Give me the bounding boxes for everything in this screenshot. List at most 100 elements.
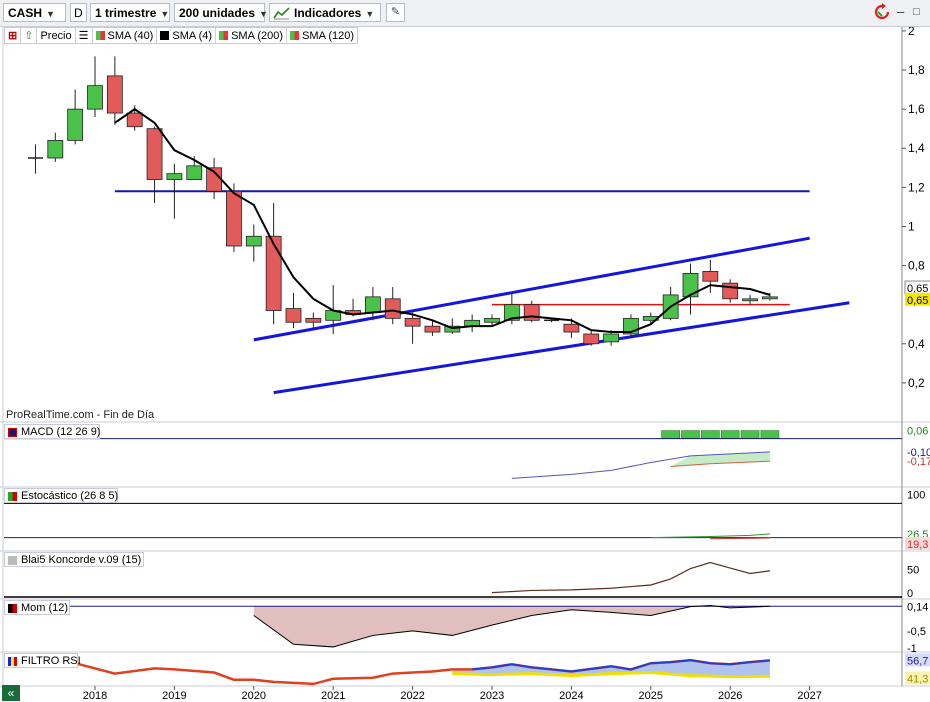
x-tick-label: 2018	[83, 690, 107, 702]
candle-body	[87, 85, 103, 110]
koncorde-icon	[8, 556, 17, 565]
koncorde-panel-label[interactable]: Blai5 Koncorde v.09 (15)	[4, 552, 144, 567]
candle-body	[364, 296, 381, 313]
stoch-icon	[8, 492, 17, 501]
sma4-line	[114, 107, 771, 334]
series-swatch	[160, 31, 170, 40]
series-swatch	[290, 31, 300, 40]
legend-item-sma4[interactable]: SMA (4)	[157, 28, 217, 43]
stoch-panel-label[interactable]: Estocástico (26 8 5)	[4, 488, 118, 503]
indicators-icon	[273, 7, 290, 20]
last-price-label: 0,65	[907, 295, 928, 307]
zoom-icon[interactable]: ⇧	[21, 28, 38, 43]
chart-canvas[interactable]: 21,81,61,41,210,80,40,20,650,652018 2019 2…	[0, 0, 930, 702]
ticker-type-button[interactable]: D	[70, 3, 87, 22]
mom-fill	[253, 605, 770, 647]
edit-icon[interactable]: ✎	[386, 3, 405, 22]
ticker-selector[interactable]: CASH ▼	[3, 3, 66, 22]
price-tick-label: 1	[908, 219, 915, 233]
candle-body	[126, 112, 143, 128]
price-tick-label: 0,4	[908, 337, 925, 351]
close-icon[interactable]: ⊞	[5, 28, 22, 43]
panel-label-text: FILTRO RSI	[21, 655, 81, 667]
indicator-axis-label: 0	[907, 588, 913, 600]
stoch-k-line	[650, 533, 770, 539]
last-price-label: 0,65	[907, 283, 928, 295]
last-price-box	[904, 280, 930, 295]
series-swatch	[219, 31, 229, 40]
stoch-d-line	[710, 537, 770, 540]
candle-body	[464, 319, 481, 327]
macd-signal-line	[670, 460, 770, 467]
candle-body	[265, 235, 282, 311]
ticker-label: CASH	[8, 6, 43, 20]
legend-item-sma200[interactable]: SMA (200)	[216, 28, 288, 43]
scroll-left-icon[interactable]: «	[2, 685, 20, 701]
macd-hist-bar	[701, 430, 720, 439]
indicator-axis-label: 100	[907, 489, 925, 501]
chevron-down-icon: ▼	[365, 9, 375, 19]
list-icon[interactable]: ☰	[76, 28, 93, 43]
macd-panel-label[interactable]: MACD (12 26 9)	[4, 424, 100, 439]
price-tick-label: 0,8	[908, 259, 925, 273]
minimize-icon[interactable]: –	[897, 4, 904, 19]
maximize-icon[interactable]: □	[913, 6, 920, 18]
x-tick-label: 2019	[162, 690, 186, 702]
legend-item-label: SMA (4)	[172, 29, 213, 42]
macd-hist-bar	[681, 430, 700, 439]
units-selector[interactable]: 200 unidades ▼	[174, 3, 268, 22]
mom-panel-label[interactable]: Mom (12)	[4, 600, 70, 615]
lower-channel-line	[273, 301, 850, 395]
x-tick-label: 2027	[797, 690, 821, 702]
indicator-axis-label: 26,5	[907, 529, 928, 541]
legend-item-sma40[interactable]: SMA (40)	[93, 28, 158, 43]
legend-item-sma120[interactable]: SMA (120)	[287, 28, 357, 43]
rsi-fill	[452, 660, 770, 677]
candle-body	[345, 310, 361, 315]
candle-body	[106, 75, 123, 114]
price-tick-label: 1,6	[908, 102, 925, 116]
x-tick-label: 2025	[639, 690, 663, 702]
candle-body	[603, 333, 619, 343]
x-tick-label: 2023	[480, 690, 504, 702]
candle-body	[722, 282, 739, 300]
price-tick-label: 1,8	[908, 63, 925, 77]
indicator-axis-label: 0,06	[907, 426, 928, 438]
timeframe-label: 1 trimestre	[95, 6, 157, 20]
indicator-axis-label: -0,17	[907, 456, 930, 468]
macd-hist-bar	[760, 430, 780, 439]
macd-hist-bar	[720, 430, 740, 439]
rsi-line	[35, 658, 771, 686]
candle-body	[662, 294, 679, 319]
indicator-axis-label: -1	[907, 643, 917, 655]
price-tick-label: 0,2	[908, 376, 925, 390]
candle-body	[563, 323, 580, 333]
candle-body	[742, 298, 758, 302]
chevron-down-icon: ▼	[46, 9, 55, 19]
price-tick-label: 1,4	[908, 141, 925, 155]
legend-item-price[interactable]: Precio	[37, 28, 76, 43]
units-label: 200 unidades	[179, 6, 256, 20]
koncorde-line	[491, 561, 770, 594]
upper-channel-line	[253, 236, 810, 342]
price-legend: ⊞ ⇧ Precio ☰ SMA (40) SMA (4) SMA (200) …	[4, 27, 359, 44]
panel-label-text: Estocástico (26 8 5)	[21, 490, 119, 502]
x-tick-label: 2020	[242, 690, 266, 702]
candle-body	[166, 173, 183, 180]
indicator-axis-label: 41,3	[907, 673, 928, 685]
rsi-panel-label[interactable]: FILTRO RSI	[4, 653, 81, 668]
indicators-button[interactable]: Indicadores ▼	[269, 3, 381, 22]
candle-body	[305, 317, 322, 323]
candle-body	[384, 298, 401, 319]
legend-item-label: Precio	[40, 29, 72, 42]
panel-label-text: MACD (12 26 9)	[21, 426, 101, 438]
candle-body	[523, 304, 540, 321]
refresh-icon[interactable]	[871, 3, 893, 22]
x-tick-label: 2021	[321, 690, 345, 702]
timeframe-selector[interactable]: 1 trimestre ▼	[90, 3, 170, 22]
mom-icon	[8, 604, 17, 613]
toolbar: CASH ▼ D 1 trimestre ▼ 200 unidades ▼ Indic…	[0, 0, 930, 27]
candle-body	[583, 333, 600, 345]
candle-body	[146, 128, 163, 180]
rsi-signal-line	[452, 671, 770, 679]
